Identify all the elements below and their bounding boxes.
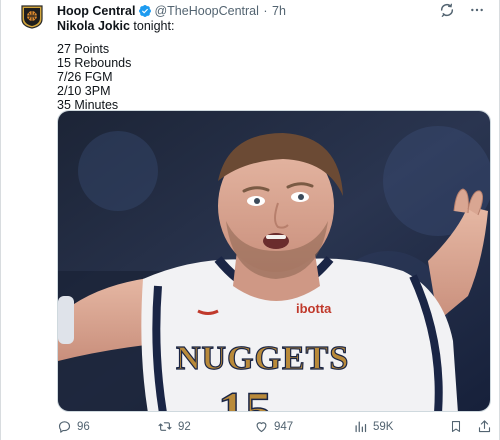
repost-count: 92	[178, 420, 191, 433]
share-icon	[477, 419, 492, 434]
tweet-action-bar: 96 92 947 59K	[57, 419, 497, 437]
views-icon	[353, 419, 368, 434]
tweet-top-actions	[439, 2, 485, 18]
jersey-team-name: NUGGETS	[176, 340, 349, 377]
views-count: 59K	[373, 420, 394, 433]
separator-dot: ·	[263, 4, 268, 18]
jersey-sponsor: ibotta	[296, 301, 332, 316]
tweet-card[interactable]: Hoop Central @TheHoopCentral · 7h Nikola …	[0, 0, 500, 440]
views-button[interactable]: 59K	[353, 419, 393, 434]
share-button[interactable]	[477, 419, 492, 434]
author-name[interactable]: Hoop Central	[57, 4, 135, 18]
jersey-number: 15	[218, 381, 272, 412]
grok-icon[interactable]	[439, 2, 455, 18]
like-button[interactable]: 947	[254, 419, 293, 434]
tweet-intro-suffix: tonight:	[129, 19, 175, 33]
stat-line: 2/10 3PM	[57, 84, 111, 98]
author-handle[interactable]: @TheHoopCentral	[154, 4, 258, 18]
repost-icon	[157, 419, 173, 434]
bookmark-button[interactable]	[449, 419, 463, 434]
more-icon[interactable]	[469, 2, 485, 18]
tweet-intro-line: Nikola Jokic tonight:	[57, 19, 477, 33]
stat-line: 15 Rebounds	[57, 56, 132, 70]
tweet-subject: Nikola Jokic	[57, 19, 130, 33]
tweet-time[interactable]: 7h	[272, 4, 286, 18]
bookmark-icon	[449, 419, 463, 434]
reply-icon	[57, 419, 72, 434]
reply-count: 96	[77, 420, 90, 433]
stat-line: 7/26 FGM	[57, 70, 113, 84]
reply-button[interactable]: 96	[57, 419, 90, 434]
stat-line: 27 Points	[57, 42, 110, 56]
repost-button[interactable]: 92	[157, 419, 191, 434]
tweet-text: Nikola Jokic tonight: 27 Points 15 Rebou…	[57, 19, 477, 112]
like-count: 947	[274, 420, 294, 433]
like-icon	[254, 419, 269, 434]
stat-lines: 27 Points 15 Rebounds 7/26 FGM 2/10 3PM …	[57, 42, 477, 112]
hoop-central-logo-icon[interactable]	[21, 5, 43, 29]
tweet-photo[interactable]: ibotta NUGGETS 15	[57, 110, 491, 412]
